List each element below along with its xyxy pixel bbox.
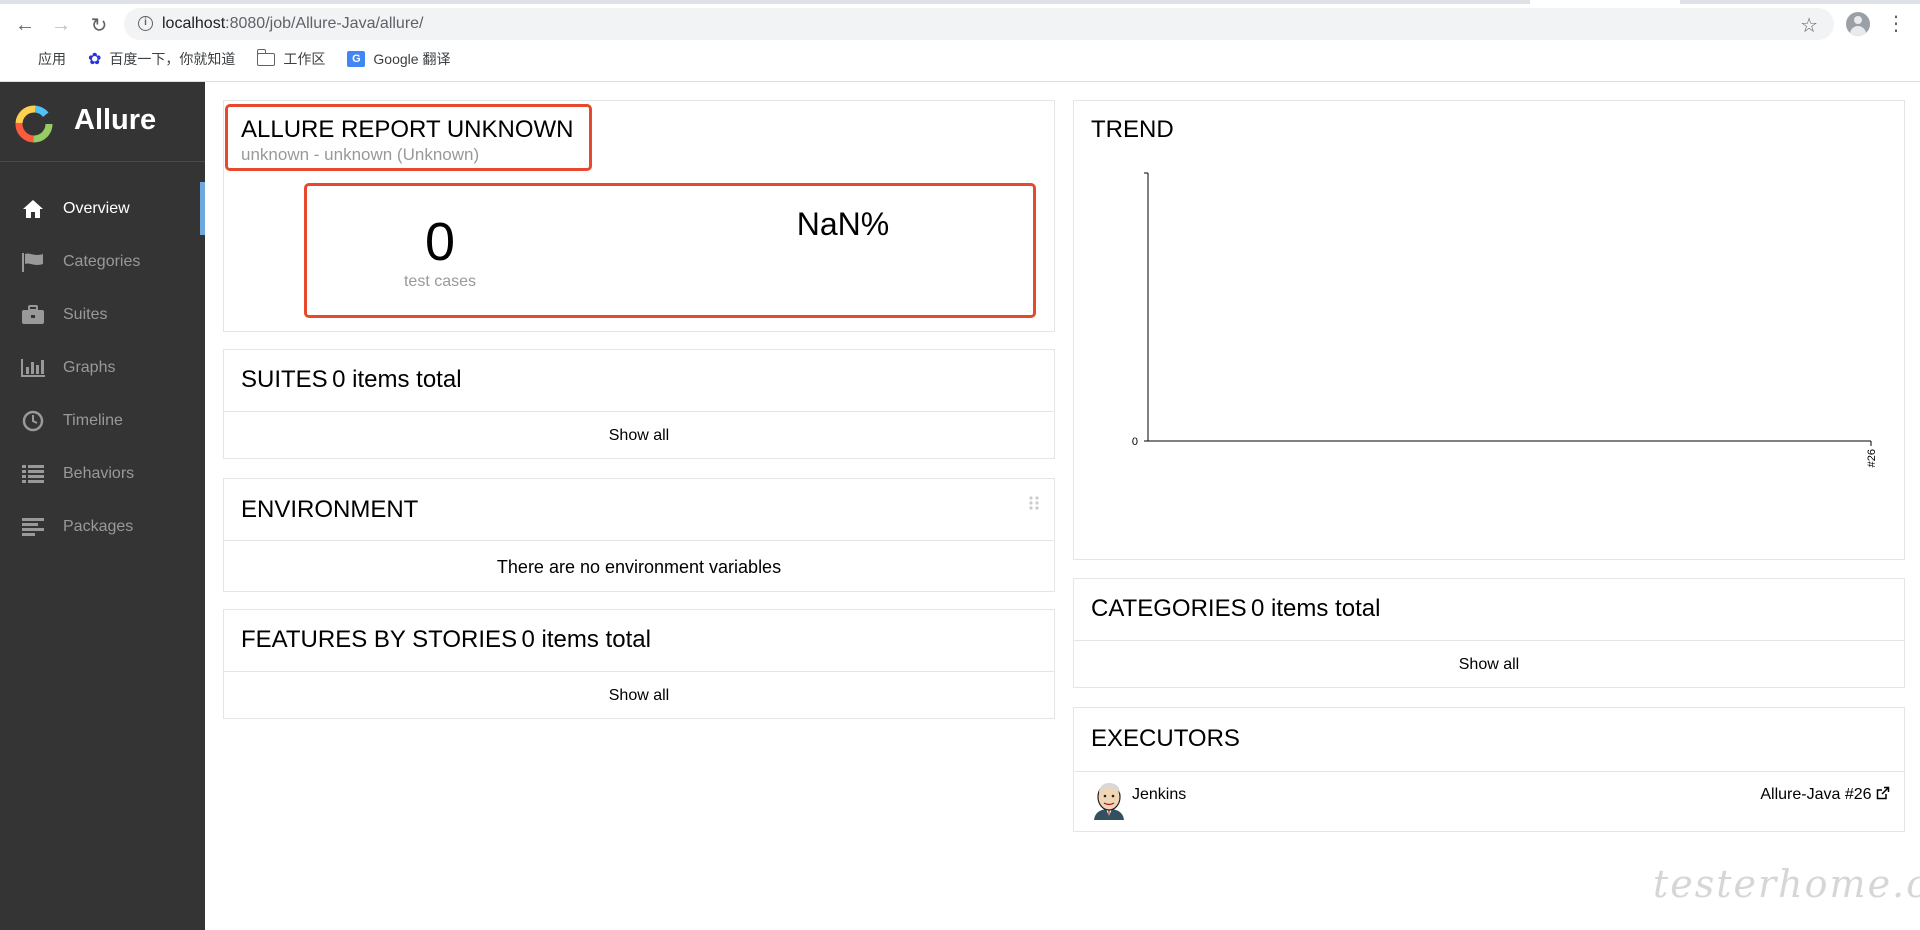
url-host: localhost (162, 15, 226, 32)
bookmark-workspace[interactable]: 工作区 (256, 48, 326, 69)
environment-empty-message: There are no environment variables (224, 540, 1054, 592)
bookmark-label: 百度一下，你就知道 (109, 51, 236, 67)
bookmark-star-icon[interactable]: ☆ (1800, 13, 1818, 38)
external-link-icon (1876, 786, 1890, 800)
summary-widget: ALLURE REPORT UNKNOWN unknown - unknown … (223, 100, 1055, 332)
tab-strip (0, 0, 1920, 4)
suites-show-all-link[interactable]: Show all (224, 411, 1054, 459)
sidebar-item-categories[interactable]: Categories (0, 235, 205, 288)
executor-name: Jenkins (1132, 786, 1187, 803)
categories-show-all-link[interactable]: Show all (1074, 640, 1904, 688)
url-path: :8080/job/Allure-Java/allure/ (225, 15, 424, 32)
features-header: FEATURES BY STORIES 0 items total (241, 626, 651, 654)
sidebar-item-label: Packages (63, 517, 134, 535)
features-count: 0 items total (521, 626, 651, 653)
site-info-icon[interactable]: i (138, 16, 153, 31)
trend-x-tick-label: #26 (1866, 449, 1878, 467)
url-text[interactable]: localhost:8080/job/Allure-Java/allure/ (162, 15, 424, 33)
trend-chart: 0 #26 (1132, 172, 1878, 467)
features-widget: FEATURES BY STORIES 0 items total Show a… (223, 609, 1055, 719)
features-show-all-link[interactable]: Show all (224, 671, 1054, 719)
allure-logo-icon (15, 105, 53, 143)
flag-icon (20, 251, 46, 273)
align-left-icon (20, 516, 46, 538)
executor-build-label: Allure-Java #26 (1760, 786, 1872, 803)
brand-name: Allure (74, 104, 157, 136)
sidebar-item-graphs[interactable]: Graphs (0, 341, 205, 394)
executors-title: EXECUTORS (1091, 725, 1240, 752)
baidu-paw-icon: ✿ (88, 51, 102, 68)
sidebar-item-label: Categories (63, 252, 141, 270)
bookmark-google-translate[interactable]: G Google 翻译 (347, 49, 450, 69)
forward-arrow-icon[interactable]: → (48, 12, 74, 38)
profile-avatar-icon[interactable] (1846, 12, 1870, 36)
success-percent: NaN% (796, 206, 890, 242)
trend-widget: TREND 0 #26 (1073, 100, 1905, 560)
drag-handle-icon[interactable] (1028, 495, 1040, 511)
sidebar-menu: Overview Categories Suites Graphs Timeli… (0, 182, 205, 553)
sidebar: Allure Overview Categories Suites Graphs (0, 82, 205, 930)
sidebar-item-label: Behaviors (63, 464, 135, 482)
executor-build-link[interactable]: Allure-Java #26 (1760, 786, 1890, 804)
categories-count: 0 items total (1251, 595, 1381, 622)
suites-count: 0 items total (332, 366, 462, 393)
folder-icon (256, 48, 276, 66)
bookmark-apps[interactable]: 应用 (16, 49, 66, 69)
report-title: ALLURE REPORT UNKNOWN (241, 116, 574, 143)
apps-grid-icon (16, 52, 30, 66)
google-translate-icon: G (347, 51, 366, 67)
browser-menu-icon[interactable]: ⋮ (1886, 11, 1906, 37)
test-cases-label: test cases (403, 273, 477, 290)
main-content: ALLURE REPORT UNKNOWN unknown - unknown … (205, 82, 1920, 930)
browser-chrome: ← → ↻ i localhost:8080/job/Allure-Java/a… (0, 0, 1920, 82)
bookmarks-bar: 应用 ✿ 百度一下，你就知道 工作区 G Google 翻译 (0, 48, 452, 70)
sidebar-item-packages[interactable]: Packages (0, 500, 205, 553)
sidebar-item-label: Suites (63, 305, 108, 323)
clock-icon (20, 410, 46, 432)
sidebar-item-label: Overview (63, 199, 130, 217)
briefcase-icon (20, 304, 46, 326)
list-icon (20, 463, 46, 485)
sidebar-item-overview[interactable]: Overview (0, 182, 205, 235)
categories-title: CATEGORIES (1091, 595, 1247, 622)
bookmark-baidu[interactable]: ✿ 百度一下，你就知道 (88, 49, 235, 69)
suites-title: SUITES (241, 366, 328, 393)
brand[interactable]: Allure (0, 82, 205, 162)
watermark: testerhome.com (1653, 862, 1920, 906)
address-bar[interactable]: i localhost:8080/job/Allure-Java/allure/… (124, 8, 1834, 40)
sidebar-item-timeline[interactable]: Timeline (0, 394, 205, 447)
executors-widget: EXECUTORS Jenkins Allure-Java #26 (1073, 707, 1905, 832)
sidebar-item-label: Graphs (63, 358, 116, 376)
bookmark-label: Google 翻译 (373, 51, 451, 67)
categories-widget: CATEGORIES 0 items total Show all (1073, 578, 1905, 688)
bookmark-label: 应用 (38, 51, 66, 67)
home-icon (20, 198, 46, 220)
executor-row: Jenkins Allure-Java #26 (1074, 771, 1904, 832)
back-arrow-icon[interactable]: ← (12, 12, 38, 38)
jenkins-avatar-icon (1094, 783, 1124, 820)
bar-chart-icon (20, 357, 46, 379)
sidebar-item-label: Timeline (63, 411, 123, 429)
sidebar-item-suites[interactable]: Suites (0, 288, 205, 341)
features-title: FEATURES BY STORIES (241, 626, 518, 653)
environment-widget: ENVIRONMENT There are no environment var… (223, 478, 1055, 592)
trend-title: TREND (1091, 116, 1174, 143)
suites-header: SUITES 0 items total (241, 366, 462, 394)
categories-header: CATEGORIES 0 items total (1091, 595, 1380, 623)
suites-widget: SUITES 0 items total Show all (223, 349, 1055, 459)
sidebar-item-behaviors[interactable]: Behaviors (0, 447, 205, 500)
report-subtitle: unknown - unknown (Unknown) (241, 145, 480, 164)
trend-y-tick-label: 0 (1132, 436, 1138, 448)
test-cases-count: 0 (424, 212, 456, 272)
environment-title: ENVIRONMENT (241, 496, 419, 523)
reload-icon[interactable]: ↻ (86, 12, 112, 38)
bookmark-label: 工作区 (283, 51, 326, 67)
